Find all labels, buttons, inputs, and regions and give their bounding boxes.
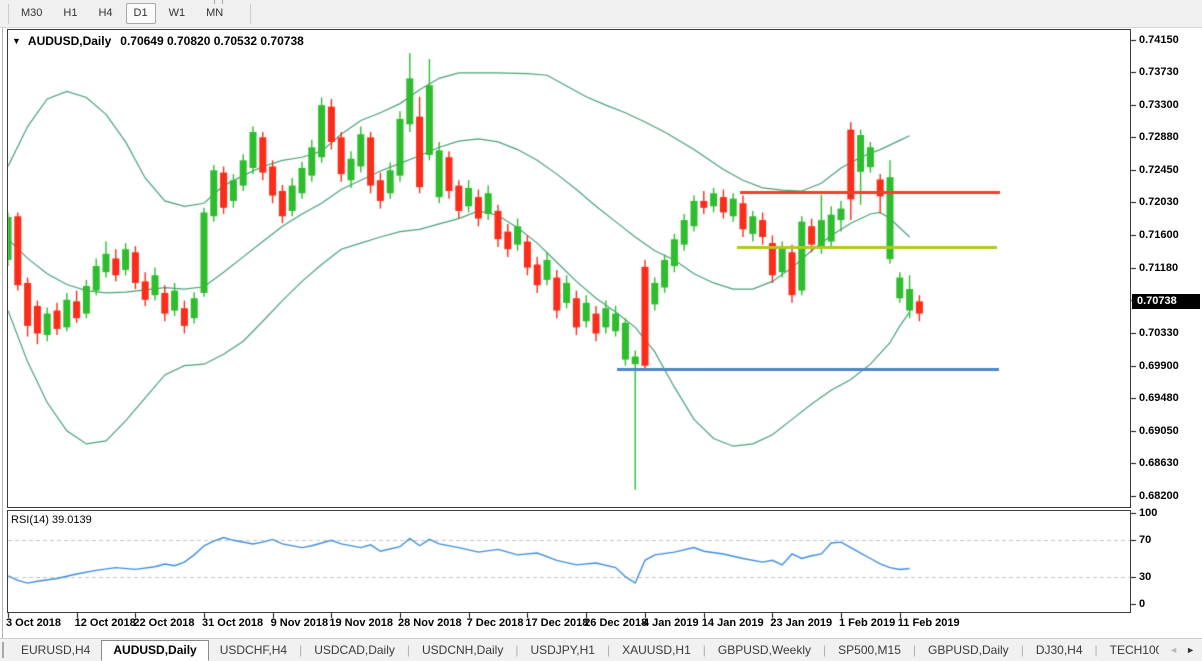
price-chart-canvas[interactable] — [0, 0, 1202, 661]
time-axis-label: 12 Oct 2018 — [75, 617, 136, 629]
tab-sp500-m15[interactable]: SP500,M15 — [827, 640, 912, 660]
rsi-axis-label: 0 — [1139, 597, 1145, 611]
price-axis-label: 0.71180 — [1139, 261, 1178, 275]
tab-xauusd-h1[interactable]: XAUUSD,H1 — [611, 640, 702, 660]
time-axis-label: 4 Jan 2019 — [643, 617, 699, 629]
tab-items: EURUSD,H4AUDUSD,DailyUSDCHF,H4|USDCAD,Da… — [10, 640, 1202, 661]
tab-gbpusd-weekly[interactable]: GBPUSD,Weekly — [707, 640, 822, 660]
tab-bar-grip[interactable] — [2, 642, 4, 658]
price-axis-label: 0.74150 — [1139, 33, 1179, 47]
chart-title: ▼ AUDUSD,Daily 0.70649 0.70820 0.70532 0.7… — [12, 34, 304, 48]
time-axis-label: 14 Jan 2019 — [702, 617, 764, 629]
time-axis-label: 9 Nov 2018 — [271, 617, 328, 629]
time-axis-label: 1 Feb 2019 — [839, 617, 895, 629]
tab-usdcad-daily[interactable]: USDCAD,Daily — [303, 640, 406, 660]
price-axis-label: 0.70330 — [1139, 326, 1179, 340]
price-axis-label: 0.69050 — [1139, 424, 1179, 438]
time-axis-label: 19 Nov 2018 — [329, 617, 393, 629]
chart-title-ohlc: 0.70649 0.70820 0.70532 0.70738 — [120, 34, 304, 48]
time-axis-label: 28 Nov 2018 — [398, 617, 462, 629]
tab-usdchf-h4[interactable]: USDCHF,H4 — [209, 640, 298, 660]
tab-usdcnh-daily[interactable]: USDCNH,Daily — [411, 640, 514, 660]
rsi-axis-label: 100 — [1139, 506, 1157, 520]
time-axis-label: 31 Oct 2018 — [202, 617, 263, 629]
rsi-axis-label: 70 — [1139, 533, 1151, 547]
tab-eurusd-h4[interactable]: EURUSD,H4 — [10, 640, 101, 660]
price-axis-label: 0.73730 — [1139, 65, 1179, 79]
tab-gbpusd-daily[interactable]: GBPUSD,Daily — [917, 640, 1020, 660]
rsi-indicator-label: RSI(14) 39.0139 — [11, 514, 92, 526]
tab-dj30-h4[interactable]: DJ30,H4 — [1025, 640, 1094, 660]
symbol-dropdown-icon: ▼ — [12, 36, 21, 46]
tab-usdjpy-h1[interactable]: USDJPY,H1 — [519, 640, 605, 660]
price-axis-label: 0.71600 — [1139, 228, 1179, 242]
price-axis-label: 0.69900 — [1139, 359, 1179, 373]
current-price-tag: 0.70738 — [1132, 294, 1200, 309]
rsi-axis-label: 30 — [1139, 570, 1151, 584]
time-axis-label: 11 Feb 2019 — [898, 617, 960, 629]
tab-scroll-left-icon[interactable]: ◄ — [1165, 645, 1182, 655]
time-axis-label: 3 Oct 2018 — [6, 617, 61, 629]
price-axis-label: 0.73300 — [1139, 98, 1179, 112]
price-axis-label: 0.68200 — [1139, 489, 1179, 503]
time-axis-label: 22 Oct 2018 — [133, 617, 194, 629]
price-axis-label: 0.72880 — [1139, 130, 1179, 144]
time-axis-label: 23 Jan 2019 — [770, 617, 832, 629]
time-axis-label: 7 Dec 2018 — [467, 617, 524, 629]
time-axis-label: 26 Dec 2018 — [584, 617, 647, 629]
price-axis-label: 0.69480 — [1139, 391, 1179, 405]
tab-scroll-buttons: ◄ ► — [1159, 639, 1199, 661]
price-axis-label: 0.72450 — [1139, 163, 1179, 177]
symbol-tab-bar: EURUSD,H4AUDUSD,DailyUSDCHF,H4|USDCAD,Da… — [0, 638, 1202, 661]
chart-title-symbol: AUDUSD,Daily — [28, 34, 111, 48]
time-axis-label: 17 Dec 2018 — [525, 617, 588, 629]
price-axis-label: 0.68630 — [1139, 456, 1179, 470]
price-axis-label: 0.72030 — [1139, 195, 1179, 209]
tab-scroll-right-icon[interactable]: ► — [1182, 645, 1199, 655]
tab-audusd-daily[interactable]: AUDUSD,Daily — [101, 640, 208, 661]
